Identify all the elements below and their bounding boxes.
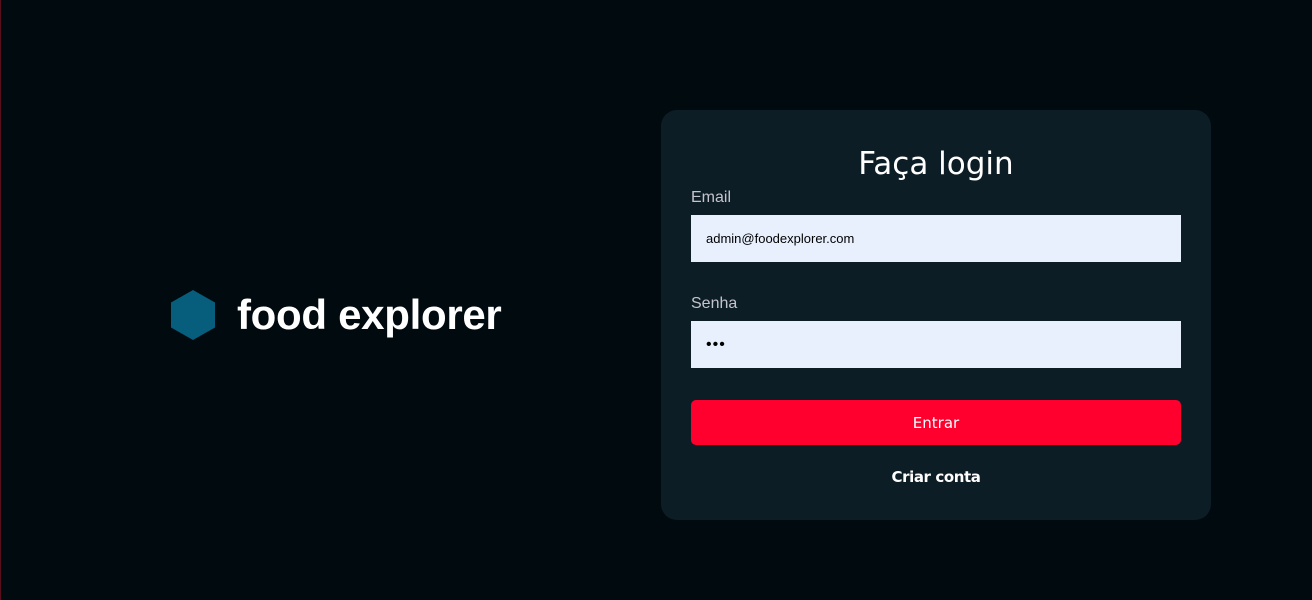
login-page: food explorer Faça login Email Senha Ent… xyxy=(0,0,1312,600)
brand-name: food explorer xyxy=(237,291,502,338)
hexagon-icon xyxy=(171,290,215,340)
email-label: Email xyxy=(691,189,732,206)
password-label: Senha xyxy=(691,295,738,312)
edge-accent-line xyxy=(0,0,1,600)
login-title: Faça login xyxy=(858,146,1014,182)
brand: food explorer xyxy=(171,290,502,340)
create-account-link[interactable]: Criar conta xyxy=(661,466,1211,488)
login-button[interactable]: Entrar xyxy=(691,400,1181,445)
password-field[interactable] xyxy=(691,321,1181,368)
email-field[interactable] xyxy=(691,215,1181,262)
